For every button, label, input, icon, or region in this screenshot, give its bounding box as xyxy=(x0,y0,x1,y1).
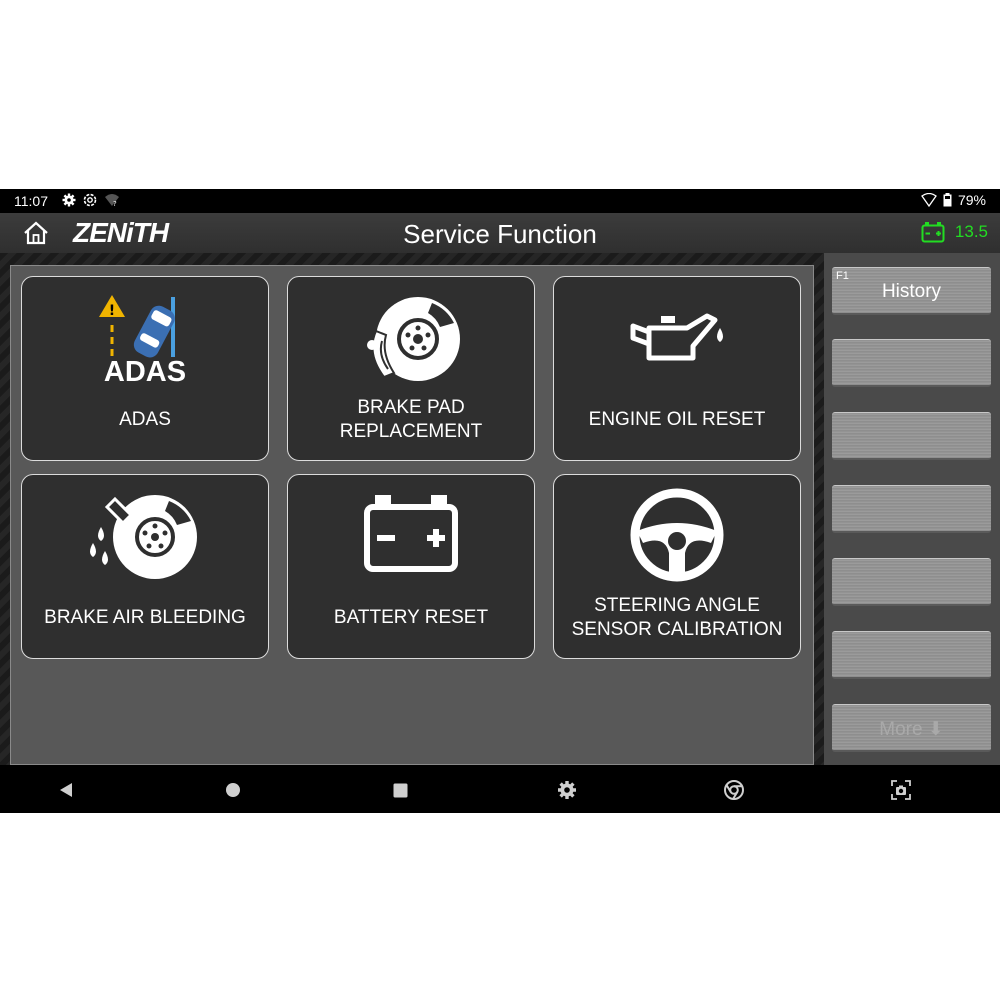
svg-text:!: ! xyxy=(109,303,115,319)
steering-wheel-icon xyxy=(630,488,724,582)
brake-bleed-icon xyxy=(90,495,197,579)
android-nav-bar xyxy=(0,765,1000,813)
tile-brake-pad-replacement[interactable]: BRAKE PAD REPLACEMENT xyxy=(287,276,535,461)
button-label: History xyxy=(881,281,942,302)
car-battery-icon xyxy=(921,222,945,243)
function-button-2[interactable] xyxy=(832,339,991,387)
history-button[interactable]: F1 History xyxy=(832,267,991,315)
tile-battery-reset[interactable]: BATTERY RESET xyxy=(287,474,535,659)
function-button-5[interactable] xyxy=(832,558,991,606)
wifi-question-icon: ? xyxy=(105,194,119,207)
tile-label: ENGINE OIL RESET xyxy=(588,409,766,430)
tile-label: STEERING ANGLE SENSOR CALIBRATION xyxy=(571,595,783,640)
function-button-6[interactable] xyxy=(832,631,991,679)
voltage-value: 13.5 xyxy=(954,222,988,241)
battery-icon xyxy=(943,193,952,207)
main-content: ! ADAS ADAS BRAKE PAD REPLACEMENT ENGINE… xyxy=(0,253,1000,765)
page-title: Service Function xyxy=(403,219,597,249)
brake-disc-icon xyxy=(367,297,460,381)
chrome-icon[interactable] xyxy=(723,779,745,801)
recents-icon[interactable] xyxy=(389,779,411,801)
more-button[interactable]: More ⬇ xyxy=(832,704,991,752)
tile-label: BATTERY RESET xyxy=(333,607,489,628)
battery-percent: 79% xyxy=(957,192,986,208)
settings-gear-icon[interactable] xyxy=(556,779,578,801)
more-label: More ⬇ xyxy=(879,719,944,740)
adas-icon-text: ADAS xyxy=(104,356,186,387)
status-time: 11:07 xyxy=(14,193,48,209)
home-icon[interactable] xyxy=(222,779,244,801)
screenshot-icon[interactable] xyxy=(890,779,912,801)
function-button-4[interactable] xyxy=(832,485,991,533)
app-header: ZENiTH Service Function 13.5 xyxy=(0,213,1000,253)
tile-label: BRAKE AIR BLEEDING xyxy=(44,607,246,628)
gear-icon xyxy=(62,193,76,207)
tile-steering-angle-sensor-calibration[interactable]: STEERING ANGLE SENSOR CALIBRATION xyxy=(553,474,801,659)
status-bar: 11:07 ? 79% xyxy=(0,189,1000,213)
signal-icon xyxy=(921,193,937,207)
tile-brake-air-bleeding[interactable]: BRAKE AIR BLEEDING xyxy=(21,474,269,659)
settings-icon xyxy=(83,193,97,207)
function-key-sidebar: F1 History More ⬇ xyxy=(824,253,1000,765)
tile-label: BRAKE PAD REPLACEMENT xyxy=(339,397,483,442)
back-icon[interactable] xyxy=(55,779,77,801)
device-screen: 11:07 ? 79% ZENiTH Service Function 13.5 xyxy=(0,189,1000,813)
svg-text:?: ? xyxy=(113,200,117,207)
battery-icon xyxy=(364,495,458,572)
oil-can-icon xyxy=(630,313,723,361)
tile-adas[interactable]: ! ADAS ADAS xyxy=(21,276,269,461)
function-panel: ! ADAS ADAS BRAKE PAD REPLACEMENT ENGINE… xyxy=(10,265,814,765)
tile-label: ADAS xyxy=(119,409,171,430)
tile-engine-oil-reset[interactable]: ENGINE OIL RESET xyxy=(553,276,801,461)
function-button-3[interactable] xyxy=(832,412,991,460)
adas-icon: ! ADAS xyxy=(99,295,186,387)
voltage-indicator: 13.5 xyxy=(921,221,988,243)
